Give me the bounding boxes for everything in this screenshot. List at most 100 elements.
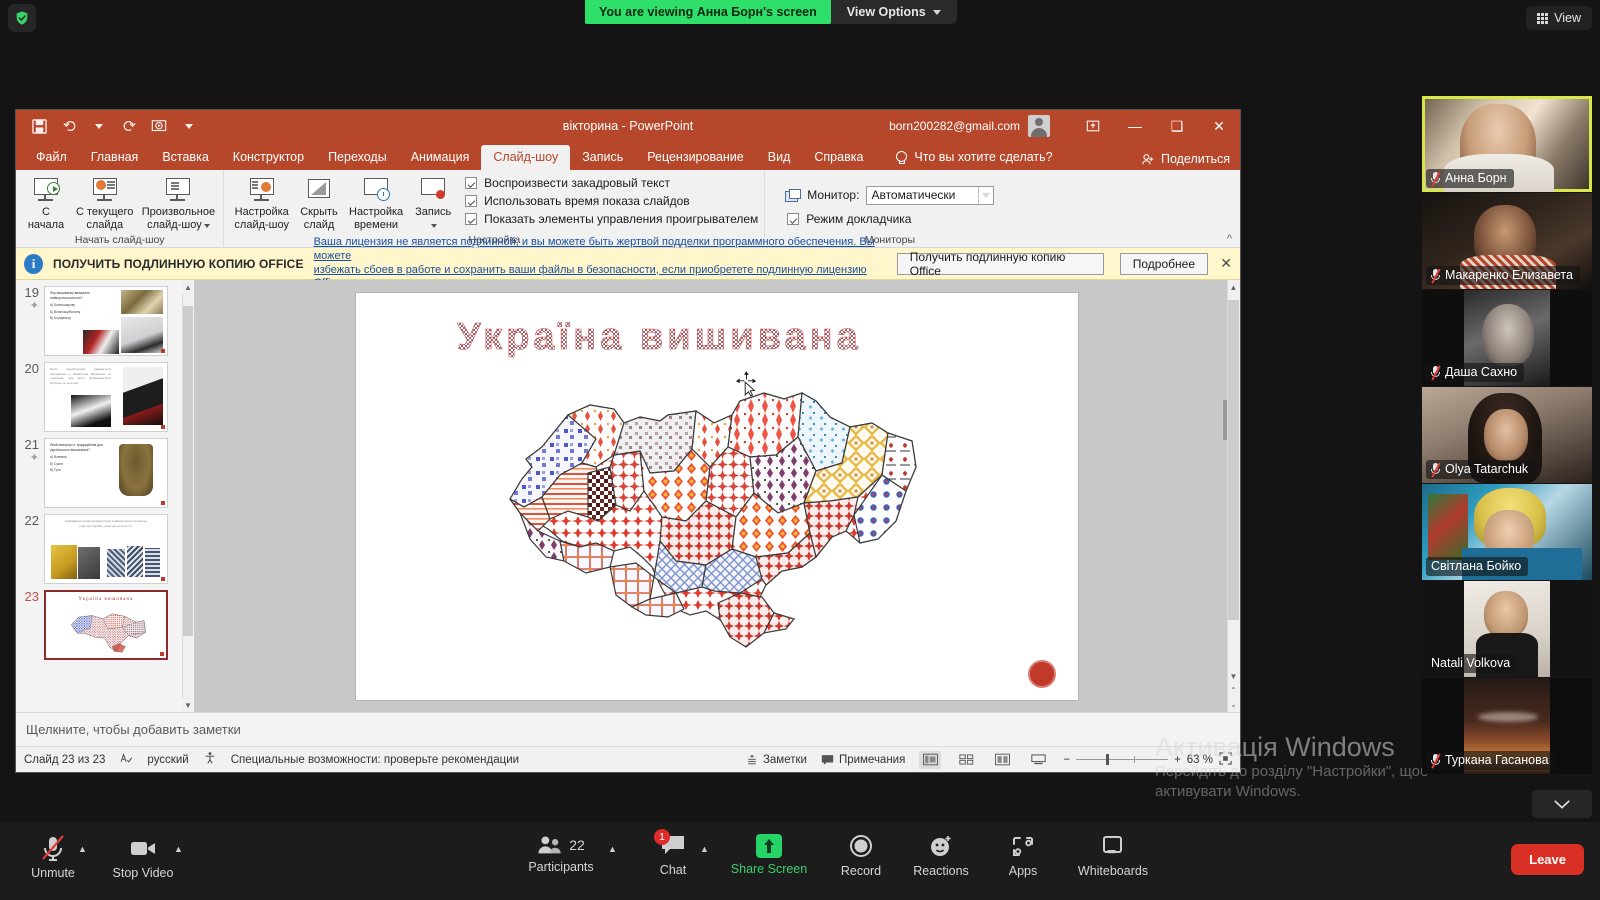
tab-transitions[interactable]: Переходы bbox=[316, 145, 399, 170]
leave-button[interactable]: Leave bbox=[1511, 844, 1584, 875]
share-button[interactable]: Поделиться bbox=[1141, 152, 1230, 166]
setup-slideshow-button[interactable]: Настройка слайд-шоу bbox=[230, 174, 293, 233]
scrollbar-thumb[interactable] bbox=[1228, 300, 1239, 620]
tab-review[interactable]: Рецензирование bbox=[635, 145, 756, 170]
scroll-down-icon[interactable]: ▼ bbox=[182, 698, 194, 712]
notes-toggle-button[interactable]: Заметки bbox=[746, 754, 807, 766]
stop-video-button[interactable]: Stop Video bbox=[100, 834, 186, 880]
slide-thumbnail[interactable]: Яким оздобленням вважається вишиванка з … bbox=[44, 362, 168, 432]
account-area[interactable]: born200282@gmail.com bbox=[889, 110, 1050, 142]
tell-me-search[interactable]: Что вы хотите сделать? bbox=[885, 145, 1062, 170]
close-icon[interactable]: ✕ bbox=[1220, 255, 1232, 272]
participant-tile[interactable]: Туркана Гасанова bbox=[1422, 678, 1592, 774]
tab-file[interactable]: Файл bbox=[24, 145, 79, 170]
rehearse-timings-button[interactable]: Настройка времени bbox=[345, 174, 407, 233]
share-screen-button[interactable]: Share Screen bbox=[726, 834, 812, 876]
view-options-button[interactable]: View Options bbox=[831, 0, 957, 24]
from-current-slide-button[interactable]: С текущего слайда bbox=[72, 174, 137, 233]
thumbnail-scrollbar[interactable]: ▲ ▼ bbox=[182, 280, 194, 712]
tab-help[interactable]: Справка bbox=[802, 145, 875, 170]
record-button[interactable]: Record bbox=[818, 834, 904, 878]
zoom-out-icon[interactable]: − bbox=[1063, 754, 1070, 766]
accessibility-status[interactable]: Специальные возможности: проверьте реком… bbox=[231, 754, 519, 766]
shield-check-icon[interactable] bbox=[8, 4, 36, 32]
chat-button[interactable]: 1 Chat bbox=[630, 829, 716, 877]
zoom-knob[interactable] bbox=[1106, 754, 1110, 765]
tab-view[interactable]: Вид bbox=[756, 145, 803, 170]
get-genuine-office-button[interactable]: Получить подлинную копию Office bbox=[896, 250, 1104, 278]
normal-view-icon[interactable] bbox=[919, 750, 942, 769]
slide-thumbnail[interactable]: Найдавніші зразки вишивки були знайдені … bbox=[44, 514, 168, 584]
slide-thumbnail-panel[interactable]: 19 ✦ Яку вишиванку вважають найкоротшола… bbox=[16, 280, 194, 712]
previous-slide-icon[interactable]: ⌃ bbox=[1227, 683, 1240, 698]
chevron-down-icon[interactable] bbox=[203, 223, 210, 228]
apps-button[interactable]: Apps bbox=[980, 834, 1066, 878]
participant-tile[interactable]: Макаренко Елизавета bbox=[1422, 193, 1592, 289]
tab-slideshow[interactable]: Слайд-шоу bbox=[481, 145, 571, 170]
collapse-ribbon-icon[interactable]: ^ bbox=[1227, 233, 1232, 245]
learn-more-button[interactable]: Подробнее bbox=[1119, 252, 1208, 275]
ukraine-map-thumb-icon bbox=[70, 613, 146, 653]
accessibility-icon[interactable] bbox=[203, 751, 217, 768]
list-item[interactable]: 21 ✦ Який матеріал є традиційним для укр… bbox=[16, 432, 194, 508]
hide-slide-button[interactable]: Скрыть слайд bbox=[295, 174, 343, 233]
checkbox-presenter-view[interactable]: Режим докладчика bbox=[785, 210, 911, 228]
checkbox-use-timings[interactable]: Использовать время показа слайдов bbox=[465, 192, 758, 210]
panel-splitter[interactable] bbox=[1223, 400, 1227, 440]
participant-tile[interactable]: Світлана Бойко bbox=[1422, 484, 1592, 580]
canvas-scrollbar[interactable]: ▲ ▼ ⌃ ⌄ bbox=[1227, 280, 1240, 712]
list-item[interactable]: 20 Яким оздобленням вважається вишиванка… bbox=[16, 356, 194, 432]
reading-view-icon[interactable] bbox=[991, 751, 1013, 769]
spellcheck-icon[interactable] bbox=[119, 752, 133, 768]
checkbox-play-narrations[interactable]: Воспроизвести закадровый текст bbox=[465, 174, 758, 192]
participant-tile[interactable]: Natali Volkova bbox=[1422, 581, 1592, 677]
record-slideshow-button[interactable]: Запись bbox=[409, 174, 457, 233]
chat-chevron-icon[interactable]: ▲ bbox=[700, 844, 709, 854]
slideshow-view-icon[interactable] bbox=[1027, 751, 1049, 769]
monitor-select[interactable]: Автоматически bbox=[866, 185, 995, 205]
unmute-button[interactable]: Unmute bbox=[10, 834, 96, 880]
ribbon-display-options-icon[interactable] bbox=[1072, 110, 1114, 142]
participant-tile[interactable]: Olya Tatarchuk bbox=[1422, 387, 1592, 483]
notes-pane[interactable]: Щелкните, чтобы добавить заметки bbox=[16, 712, 1240, 746]
slide-thumbnail-selected[interactable]: Україна вишивана bbox=[44, 590, 168, 660]
tab-recording[interactable]: Запись bbox=[570, 145, 635, 170]
scroll-down-icon[interactable]: ▼ bbox=[1227, 669, 1240, 684]
chevron-down-icon[interactable] bbox=[978, 186, 993, 204]
from-beginning-button[interactable]: Сначала bbox=[22, 174, 70, 233]
participant-tile[interactable]: Даша Сахно bbox=[1422, 290, 1592, 386]
audio-options-chevron-icon[interactable]: ▲ bbox=[78, 844, 87, 854]
scroll-up-icon[interactable]: ▲ bbox=[182, 280, 194, 294]
participant-tile[interactable]: Анна Борн bbox=[1422, 96, 1592, 192]
slide-canvas[interactable]: Україна вишивана ▲ ▼ ⌃ ⌄ bbox=[194, 280, 1240, 712]
tab-animations[interactable]: Анимация bbox=[399, 145, 482, 170]
video-options-chevron-icon[interactable]: ▲ bbox=[174, 844, 183, 854]
tab-insert[interactable]: Вставка bbox=[150, 145, 220, 170]
list-item[interactable]: 23 Україна вишивана bbox=[16, 584, 194, 660]
slide-thumbnail[interactable]: Який матеріал є традиційним для українсь… bbox=[44, 438, 168, 508]
language-indicator[interactable]: русский bbox=[147, 754, 188, 766]
reactions-button[interactable]: Reactions bbox=[898, 834, 984, 878]
checkbox-show-media-controls[interactable]: Показать элементы управления проигрывате… bbox=[465, 210, 758, 228]
gallery-scroll-down-button[interactable] bbox=[1532, 790, 1592, 818]
scrollbar-thumb[interactable] bbox=[183, 306, 193, 636]
slide-thumbnail[interactable]: Яку вишиванку вважають найкоротшолатною?… bbox=[44, 286, 168, 356]
custom-slideshow-button[interactable]: Произвольное слайд-шоу bbox=[139, 174, 217, 233]
view-layout-button[interactable]: View bbox=[1526, 6, 1592, 30]
participants-chevron-icon[interactable]: ▲ bbox=[608, 844, 617, 854]
current-slide[interactable]: Україна вишивана bbox=[356, 292, 1078, 700]
tab-home[interactable]: Главная bbox=[79, 145, 151, 170]
slide-sorter-icon[interactable] bbox=[955, 751, 977, 769]
minimize-button[interactable]: — bbox=[1114, 110, 1156, 142]
comments-toggle-button[interactable]: Примечания bbox=[821, 754, 905, 766]
scroll-up-icon[interactable]: ▲ bbox=[1227, 280, 1240, 295]
list-item[interactable]: 19 ✦ Яку вишиванку вважають найкоротшола… bbox=[16, 280, 194, 356]
next-slide-icon[interactable]: ⌄ bbox=[1227, 697, 1240, 712]
close-button[interactable]: ✕ bbox=[1198, 110, 1240, 142]
participants-button[interactable]: 22 Participants bbox=[518, 834, 604, 874]
restore-button[interactable]: ❑ bbox=[1156, 110, 1198, 142]
chevron-down-icon[interactable] bbox=[431, 223, 438, 228]
list-item[interactable]: 22 Найдавніші зразки вишивки були знайде… bbox=[16, 508, 194, 584]
whiteboards-button[interactable]: Whiteboards bbox=[1070, 834, 1156, 878]
tab-design[interactable]: Конструктор bbox=[221, 145, 316, 170]
